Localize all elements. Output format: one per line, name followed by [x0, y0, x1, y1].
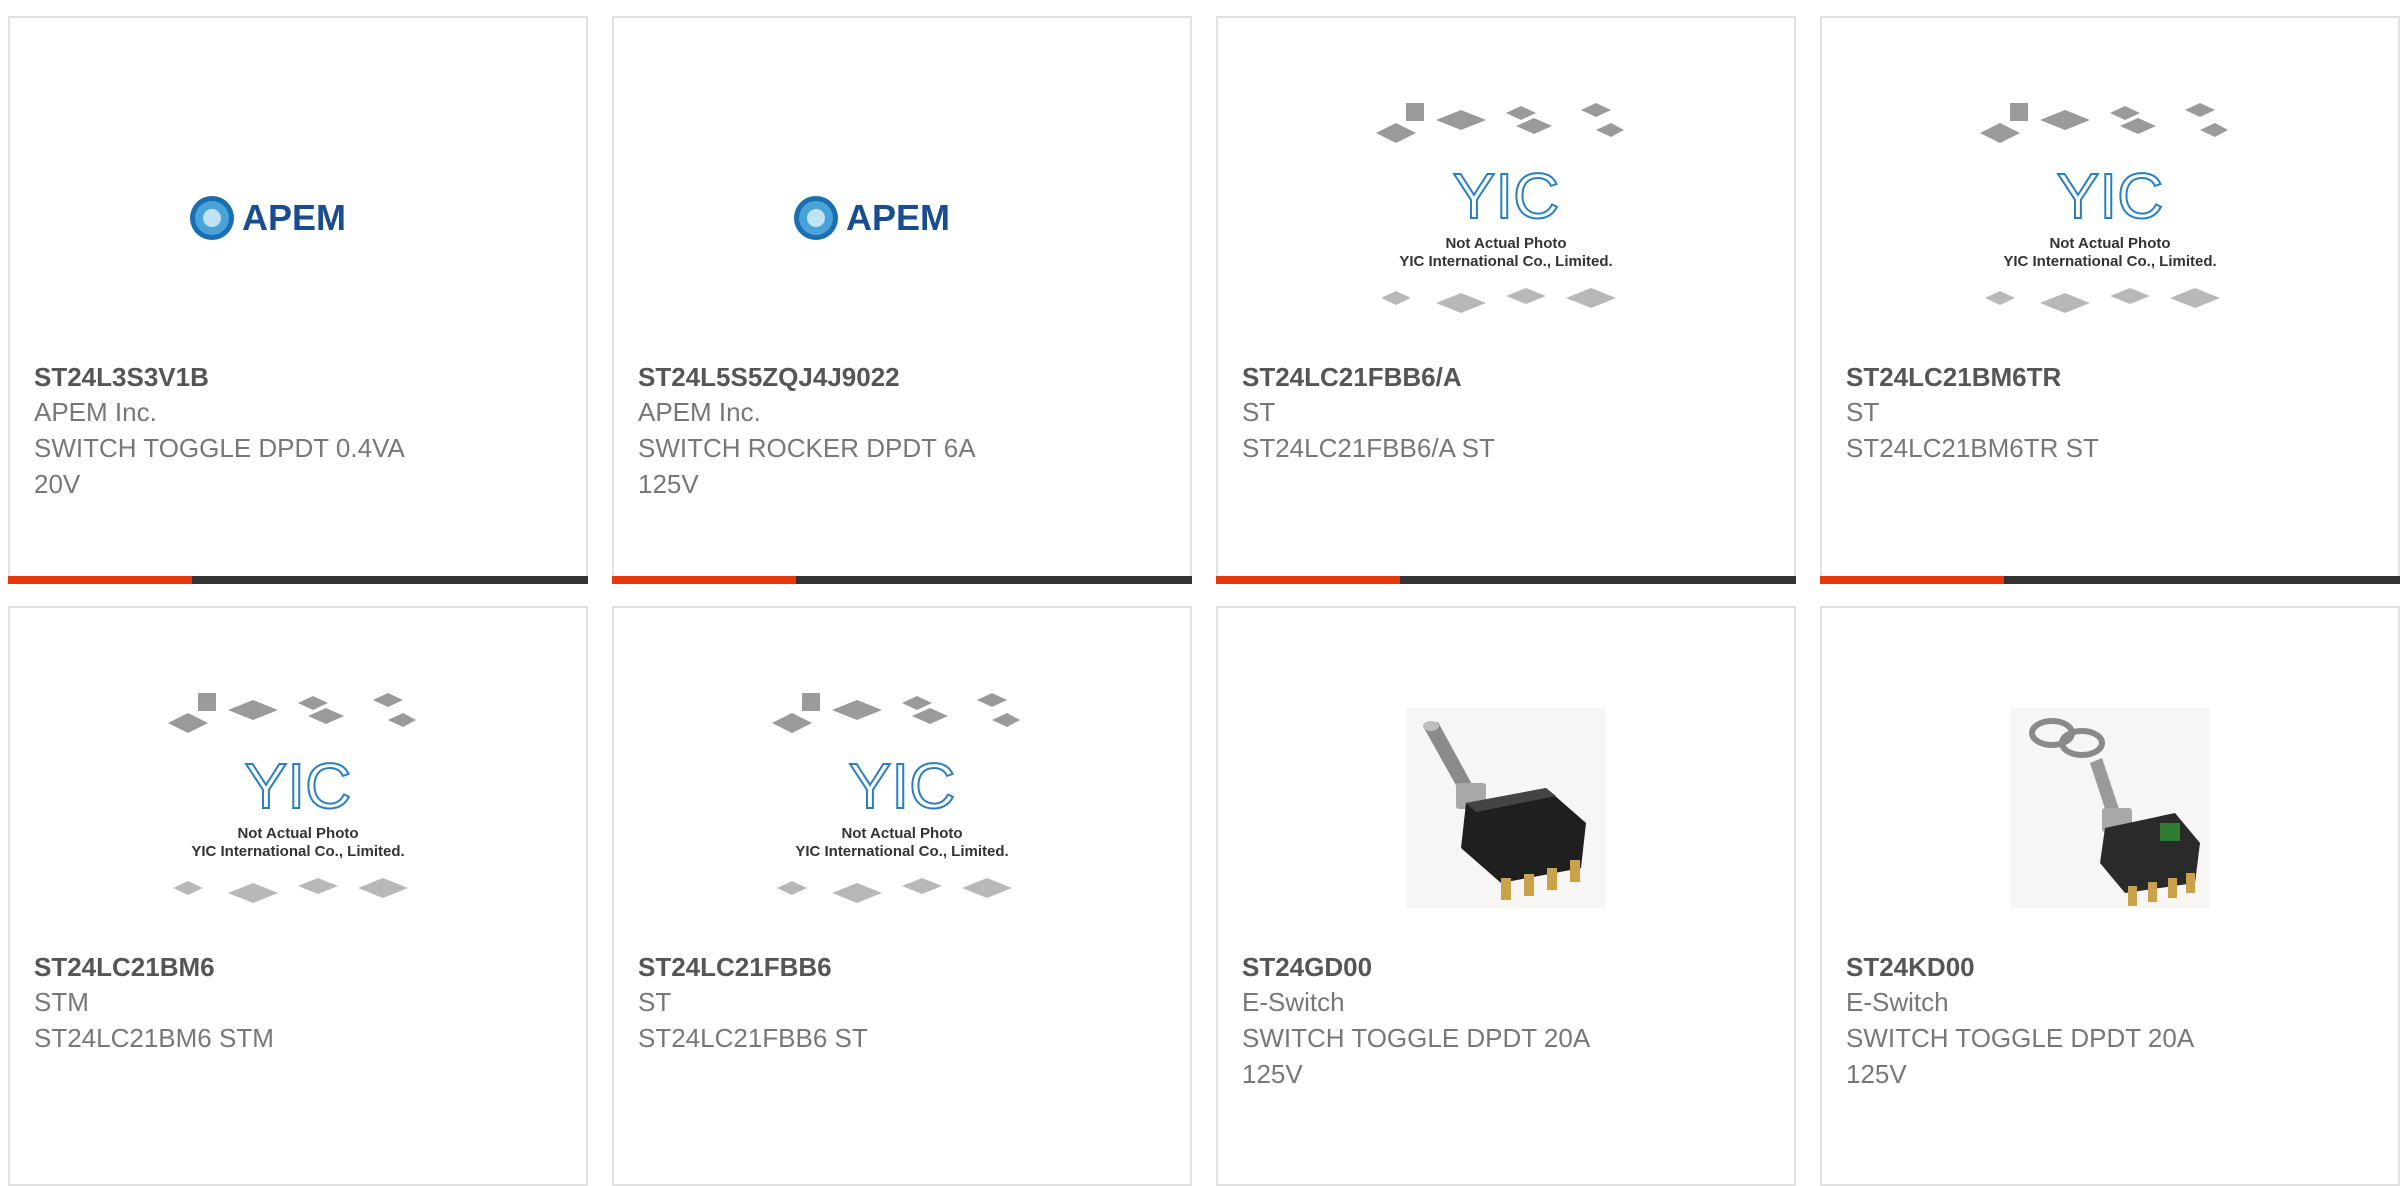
- description: SWITCH TOGGLE DPDT 20A: [1242, 1023, 1591, 1053]
- part-number[interactable]: ST24L5S5ZQJ4J9022: [638, 360, 1170, 394]
- manufacturer: APEM Inc.: [34, 397, 157, 427]
- placeholder-caption: YIC International Co., Limited.: [2003, 253, 2216, 270]
- logo-text: APEM: [242, 197, 346, 238]
- description-line-2: 125V: [1846, 1059, 1907, 1089]
- product-card[interactable]: YIC Not Actual Photo YIC International C…: [1216, 16, 1796, 584]
- manufacturer: E-Switch: [1242, 987, 1345, 1017]
- product-card[interactable]: YIC Not Actual Photo YIC International C…: [612, 606, 1192, 1186]
- card-accent-bar: [1820, 576, 2400, 584]
- part-number[interactable]: ST24LC21BM6TR: [1846, 360, 2378, 394]
- description: ST24LC21BM6TR ST: [1846, 433, 2099, 463]
- product-card[interactable]: YIC Not Actual Photo YIC International C…: [1820, 16, 2400, 584]
- description-line-2: 20V: [34, 469, 81, 499]
- part-number[interactable]: ST24GD00: [1242, 950, 1774, 984]
- placeholder-caption: Not Actual Photo: [2049, 235, 2170, 252]
- placeholder-caption: YIC International Co., Limited.: [1399, 253, 1612, 270]
- description: SWITCH TOGGLE DPDT 0.4VA: [34, 433, 405, 463]
- product-image[interactable]: APEM: [10, 78, 586, 358]
- product-card[interactable]: APEM ST24L5S5ZQJ4J9022 APEM Inc. SWITCH …: [612, 16, 1192, 584]
- svg-text:YIC: YIC: [849, 750, 956, 822]
- product-card[interactable]: ST24KD00 E-Switch SWITCH TOGGLE DPDT 20A…: [1820, 606, 2400, 1186]
- product-image[interactable]: [1218, 668, 1794, 948]
- placeholder-caption: Not Actual Photo: [237, 825, 358, 842]
- apem-logo-icon: APEM: [190, 196, 346, 240]
- part-number[interactable]: ST24KD00: [1846, 950, 2378, 984]
- logo-text: APEM: [846, 197, 950, 238]
- manufacturer: ST: [638, 987, 672, 1017]
- placeholder-caption: Not Actual Photo: [841, 825, 962, 842]
- chip-placeholder-icon: YIC Not Actual Photo YIC International C…: [168, 693, 416, 903]
- product-image[interactable]: YIC Not Actual Photo YIC International C…: [1218, 78, 1794, 358]
- description: ST24LC21FBB6/A ST: [1242, 433, 1495, 463]
- svg-text:YIC: YIC: [245, 750, 352, 822]
- manufacturer: APEM Inc.: [638, 397, 761, 427]
- placeholder-caption: YIC International Co., Limited.: [795, 843, 1008, 860]
- description-line-2: 125V: [638, 469, 699, 499]
- placeholder-caption: Not Actual Photo: [1445, 235, 1566, 252]
- card-accent-bar: [8, 576, 588, 584]
- manufacturer: STM: [34, 987, 89, 1017]
- apem-logo-icon: APEM: [794, 196, 950, 240]
- product-image[interactable]: YIC Not Actual Photo YIC International C…: [10, 668, 586, 948]
- chip-placeholder-icon: YIC Not Actual Photo YIC International C…: [772, 693, 1020, 903]
- manufacturer: E-Switch: [1846, 987, 1949, 1017]
- product-image[interactable]: [1822, 668, 2398, 948]
- part-number[interactable]: ST24LC21FBB6: [638, 950, 1170, 984]
- description: ST24LC21BM6 STM: [34, 1023, 274, 1053]
- toggle-switch-photo-icon: [2010, 708, 2210, 908]
- card-accent-bar: [1216, 576, 1796, 584]
- manufacturer: ST: [1242, 397, 1276, 427]
- product-card[interactable]: ST24GD00 E-Switch SWITCH TOGGLE DPDT 20A…: [1216, 606, 1796, 1186]
- part-number[interactable]: ST24L3S3V1B: [34, 360, 566, 394]
- chip-placeholder-icon: YIC Not Actual Photo YIC International C…: [1376, 103, 1624, 313]
- svg-text:YIC: YIC: [1453, 160, 1560, 232]
- part-number[interactable]: ST24LC21FBB6/A: [1242, 360, 1774, 394]
- product-image[interactable]: APEM: [614, 78, 1190, 358]
- chip-placeholder-icon: YIC Not Actual Photo YIC International C…: [1980, 103, 2228, 313]
- product-card[interactable]: YIC Not Actual Photo YIC International C…: [8, 606, 588, 1186]
- product-image[interactable]: YIC Not Actual Photo YIC International C…: [1822, 78, 2398, 358]
- description: SWITCH ROCKER DPDT 6A: [638, 433, 976, 463]
- toggle-switch-photo-icon: [1406, 708, 1606, 908]
- manufacturer: ST: [1846, 397, 1880, 427]
- svg-text:YIC: YIC: [2057, 160, 2164, 232]
- product-grid: APEM ST24L3S3V1B APEM Inc. SWITCH TOGGLE…: [0, 0, 2400, 1186]
- description: SWITCH TOGGLE DPDT 20A: [1846, 1023, 2195, 1053]
- description-line-2: 125V: [1242, 1059, 1303, 1089]
- part-number[interactable]: ST24LC21BM6: [34, 950, 566, 984]
- card-accent-bar: [612, 576, 1192, 584]
- product-image[interactable]: YIC Not Actual Photo YIC International C…: [614, 668, 1190, 948]
- placeholder-caption: YIC International Co., Limited.: [191, 843, 404, 860]
- description: ST24LC21FBB6 ST: [638, 1023, 868, 1053]
- product-card[interactable]: APEM ST24L3S3V1B APEM Inc. SWITCH TOGGLE…: [8, 16, 588, 584]
